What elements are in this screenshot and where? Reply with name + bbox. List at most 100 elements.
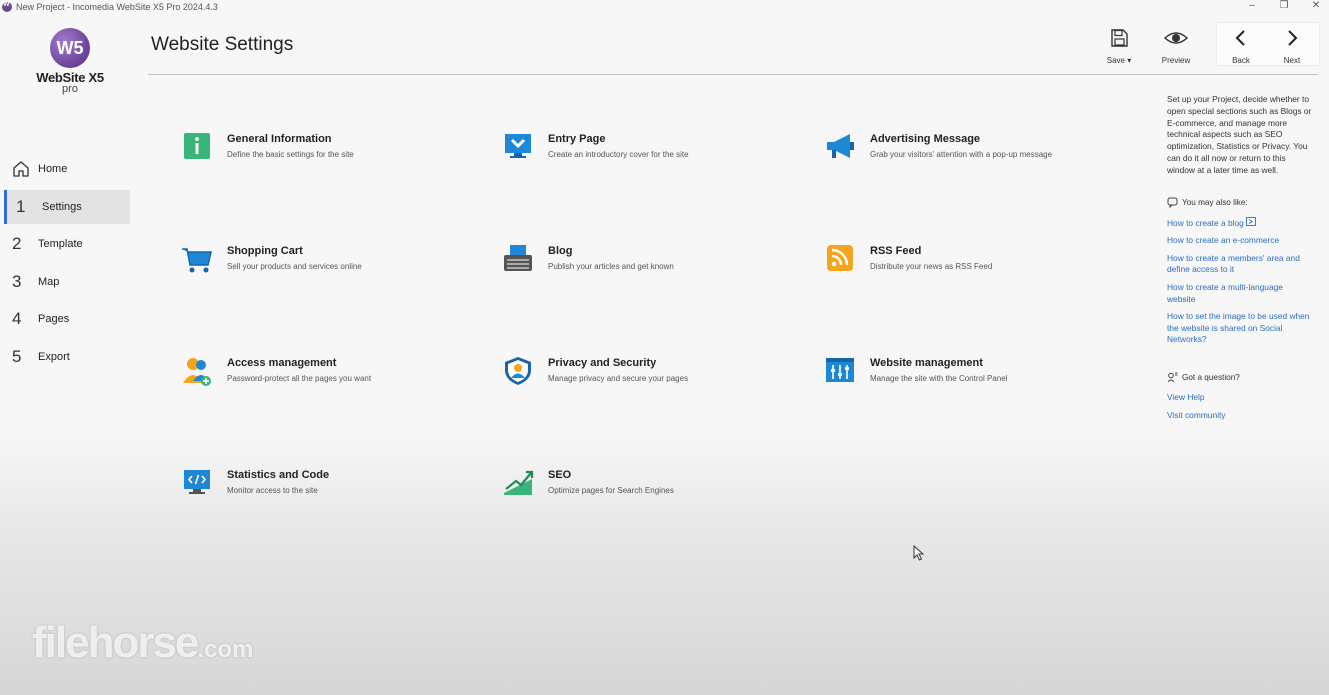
setting-seo[interactable]: SEO Optimize pages for Search Engines [502,467,802,507]
setting-title: Shopping Cart [227,245,303,257]
link-create-members-area[interactable]: How to create a members' area and define… [1167,253,1312,276]
control-panel-icon [826,358,854,382]
page-title: Website Settings [151,34,294,55]
chat-icon [1167,197,1178,208]
setting-title: RSS Feed [870,245,922,257]
nav-item-map[interactable]: 3 Map [4,265,130,299]
megaphone-icon [827,134,854,158]
nav-item-home[interactable]: Home [4,152,130,186]
setting-title: Statistics and Code [227,469,330,481]
nav-label: Map [38,275,60,288]
chevron-right-icon [1288,30,1298,46]
nav-label: Export [38,350,70,363]
nav-label: Settings [42,200,82,213]
setting-description: Publish your articles and get known [548,262,674,271]
home-icon [12,160,38,178]
title-bar: New Project - Incomedia WebSite X5 Pro 2… [0,0,1329,14]
step-number: 4 [12,309,22,328]
nav-item-export[interactable]: 5 Export [4,340,130,374]
window-title: New Project - Incomedia WebSite X5 Pro 2… [16,2,218,12]
setting-description: Optimize pages for Search Engines [548,486,674,495]
header-divider [148,74,1318,75]
link-create-ecommerce[interactable]: How to create an e-commerce [1167,235,1312,247]
link-share-image[interactable]: How to set the image to be used when the… [1167,311,1312,346]
setting-description: Define the basic settings for the site [227,150,354,159]
setting-shopping-cart[interactable]: Shopping Cart Sell your products and ser… [181,243,481,283]
help-intro: Set up your Project, decide whether to o… [1167,94,1312,175]
maximize-button[interactable]: ❐ [1279,0,1289,11]
setting-blog[interactable]: Blog Publish your articles and get known [502,243,802,283]
shield-user-icon [505,357,531,385]
entry-page-icon [505,134,531,158]
link-visit-community[interactable]: Visit community [1167,410,1312,422]
step-navigation: Home 1 Settings 2 Template 3 Map 4 Pages… [4,152,130,377]
setting-description: Grab your visitors' attention with a pop… [870,150,1053,159]
setting-title: Privacy and Security [548,357,657,369]
sidebar: W5 WebSite X5 pro Home 1 Settings 2 Temp… [0,14,140,695]
setting-title: General Information [227,133,332,145]
link-create-multilanguage[interactable]: How to create a multi-language website [1167,282,1312,305]
setting-description: Manage the site with the Control Panel [870,374,1008,383]
close-button[interactable]: ✕ [1311,0,1321,11]
setting-website-management[interactable]: Website management Manage the site with … [824,355,1124,395]
app-icon [2,1,12,12]
chevron-left-icon [1235,30,1245,46]
logo-mark: W5 [50,28,90,68]
minimize-button[interactable]: – [1247,0,1257,11]
setting-advertising-message[interactable]: Advertising Message Grab your visitors' … [824,131,1124,171]
eye-icon [1163,32,1189,44]
cart-icon [182,248,212,273]
step-number: 2 [12,234,22,253]
setting-title: Advertising Message [870,133,981,145]
users-icon [183,358,211,386]
setting-title: SEO [548,469,572,481]
setting-general-information[interactable]: General Information Define the basic set… [181,131,481,171]
preview-label: Preview [1161,56,1191,65]
setting-description: Monitor access to the site [227,486,318,495]
app-logo: W5 WebSite X5 pro [30,28,110,95]
help-panel: Set up your Project, decide whether to o… [1167,94,1312,421]
nav-item-settings[interactable]: 1 Settings [4,189,130,224]
step-number: 1 [16,196,26,216]
also-like-heading: You may also like: [1167,197,1312,208]
code-monitor-icon [184,470,210,494]
save-button[interactable]: Save ▾ [1097,28,1141,65]
setting-entry-page[interactable]: Entry Page Create an introductory cover … [502,131,802,171]
step-number: 3 [12,271,22,291]
question-title: Got a question? [1182,372,1240,382]
chevron-down-icon: ▾ [1127,56,1132,65]
setting-description: Create an introductory cover for the sit… [548,150,689,159]
nav-item-template[interactable]: 2 Template [4,227,130,261]
question-icon [1167,372,1178,383]
setting-title: Entry Page [548,133,606,145]
back-label: Back [1232,56,1250,65]
setting-description: Password-protect all the pages you want [227,374,372,383]
preview-button[interactable]: Preview [1154,28,1198,65]
next-button[interactable]: Next [1270,28,1314,65]
seo-chart-icon [504,470,534,495]
setting-title: Blog [548,245,573,257]
setting-access-management[interactable]: Access management Password-protect all t… [181,355,481,395]
nav-item-pages[interactable]: 4 Pages [4,302,130,336]
save-label: Save [1106,56,1125,65]
nav-label: Template [38,238,83,250]
info-icon [184,133,210,159]
step-number: 5 [12,346,22,366]
logo-edition: pro [62,83,78,95]
save-icon [1111,29,1128,47]
question-heading: Got a question? [1167,372,1312,383]
next-label: Next [1283,56,1301,65]
link-create-blog[interactable]: How to create a blog [1167,216,1312,230]
setting-description: Distribute your news as RSS Feed [870,262,993,271]
setting-privacy-and-security[interactable]: Privacy and Security Manage privacy and … [502,355,802,395]
back-button[interactable]: Back [1219,28,1263,65]
setting-rss-feed[interactable]: RSS Feed Distribute your news as RSS Fee… [824,243,1124,283]
nav-label: Pages [38,313,70,325]
external-link-icon [1246,216,1257,226]
rss-icon [827,245,853,271]
mouse-cursor-icon [913,545,925,561]
link-view-help[interactable]: View Help [1167,392,1312,404]
setting-title: Website management [870,357,983,369]
typewriter-icon [504,245,532,271]
setting-statistics-and-code[interactable]: Statistics and Code Monitor access to th… [181,467,481,507]
